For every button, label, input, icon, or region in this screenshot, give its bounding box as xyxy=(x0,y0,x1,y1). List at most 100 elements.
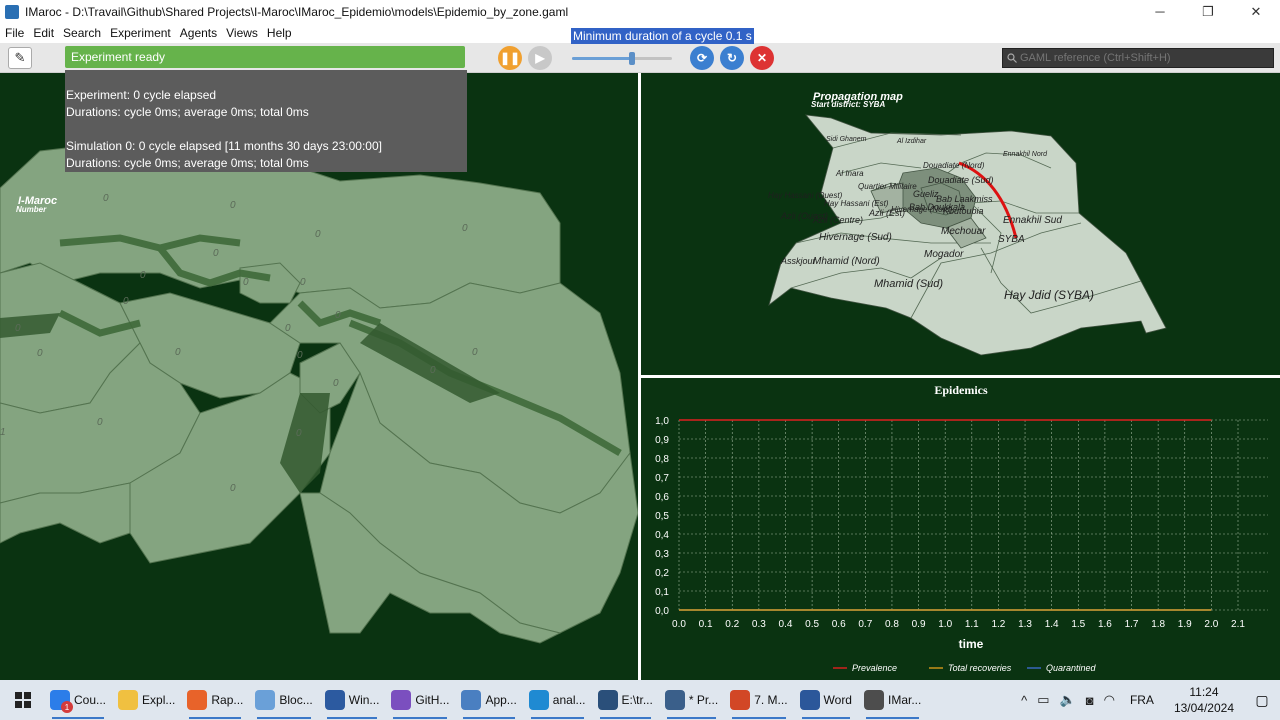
notification-badge: 1 xyxy=(61,701,73,713)
notepad-icon xyxy=(255,690,276,710)
taskbar-app-gama2[interactable]: * Pr... xyxy=(661,680,722,720)
x-tick-label: 1.9 xyxy=(1178,619,1192,630)
experiment-cycles: Experiment: 0 cycle elapsed xyxy=(66,88,217,102)
zone-value: 0 xyxy=(123,296,129,307)
camera-icon[interactable]: ◙ xyxy=(1086,693,1094,708)
taskbar-app-powerpoint[interactable]: 7. M... xyxy=(726,680,791,720)
taskbar-app-pdf[interactable]: App... xyxy=(457,680,520,720)
experiment-status[interactable]: Experiment ready xyxy=(65,46,465,68)
zone-value: 0 xyxy=(296,428,302,439)
speed-slider-thumb[interactable] xyxy=(629,52,635,65)
taskbar-app-chrome[interactable]: 1 Cou... xyxy=(46,680,110,720)
taskbar-app-gama[interactable]: E:\tr... xyxy=(594,680,657,720)
stop-button[interactable]: ✕ xyxy=(750,46,774,70)
notifications-icon[interactable]: ▢ xyxy=(1244,680,1280,720)
minimize-button[interactable]: ─ xyxy=(1136,0,1184,23)
taskbar-app-folder[interactable]: Expl... xyxy=(114,680,179,720)
x-tick-label: 0.8 xyxy=(885,619,899,630)
district-label: Al Inara xyxy=(835,169,864,178)
district-label: Sidi Ghanem xyxy=(826,136,867,143)
taskbar-app-powershell[interactable]: Win... xyxy=(321,680,384,720)
y-tick-label: 0,0 xyxy=(655,606,669,617)
y-tick-label: 0,8 xyxy=(655,454,669,465)
start-button[interactable] xyxy=(0,680,46,720)
simulation-cycles: Simulation 0: 0 cycle elapsed [11 months… xyxy=(66,139,382,153)
restore-button[interactable]: ❐ xyxy=(1184,0,1232,23)
propagation-map-display[interactable]: Sidi Ghanem Al Izdihar Ennakhil Nord Dou… xyxy=(641,73,1280,375)
taskbar-app-word[interactable]: Word xyxy=(796,680,856,720)
y-tick-label: 0,3 xyxy=(655,549,669,560)
taskbar-app-vscode[interactable]: anal... xyxy=(525,680,590,720)
zone-value: 0 xyxy=(175,347,181,358)
x-tick-label: 0.7 xyxy=(858,619,872,630)
x-tick-label: 1.0 xyxy=(938,619,952,630)
chart-grid xyxy=(678,419,1268,611)
district-label: Azli (Centre) xyxy=(812,215,863,225)
menu-help[interactable]: Help xyxy=(267,26,292,40)
edit-model-button[interactable]: ✎ xyxy=(8,47,32,69)
zone-value: 1 xyxy=(0,427,6,438)
zone-value: 0 xyxy=(333,378,339,389)
volume-icon[interactable]: 🔈 xyxy=(1060,692,1076,708)
experiment-durations: Durations: cycle 0ms; average 0ms; total… xyxy=(66,105,309,119)
pause-button[interactable]: ❚❚ xyxy=(498,46,522,70)
taskbar-app-label: Rap... xyxy=(211,693,244,707)
taskbar-app-label: Cou... xyxy=(74,693,107,707)
simulation-toolbar: ✎ Experiment ready ❚❚ ▶ Minimum duration… xyxy=(0,28,1280,73)
taskbar-app-label: GitH... xyxy=(415,693,450,707)
reload-button[interactable]: ⟳ xyxy=(690,46,714,70)
zone-value: 0 xyxy=(15,323,21,334)
taskbar-app-github[interactable]: GitH... xyxy=(387,680,453,720)
title-bar: IMaroc - D:\Travail\Github\Shared Projec… xyxy=(0,0,1280,23)
legend-label: Total recoveries xyxy=(948,663,1012,673)
taskbar-app-notepad[interactable]: Bloc... xyxy=(251,680,316,720)
epidemics-chart-display[interactable]: Epidemics 0,0 0,1 0,2 0,3 0,4 0,5 0,6 0,7 0,8 0,9… xyxy=(641,378,1280,680)
menu-experiment[interactable]: Experiment xyxy=(110,26,171,40)
menu-edit[interactable]: Edit xyxy=(33,26,54,40)
x-tick-label: 1.6 xyxy=(1098,619,1112,630)
clock-time: 11:24 xyxy=(1189,685,1219,699)
menu-agents[interactable]: Agents xyxy=(180,26,217,40)
district-label: Ennakhil Nord xyxy=(1003,151,1048,158)
chevron-up-icon[interactable]: ^ xyxy=(1021,693,1027,708)
left-view-subtitle: Number xyxy=(16,205,47,214)
y-tick-label: 1,0 xyxy=(655,416,669,427)
taskbar-app-label: 7. M... xyxy=(754,693,788,707)
zone-value: 0 xyxy=(297,350,303,361)
x-tick-label: 0.4 xyxy=(779,619,793,630)
network-icon[interactable]: ▭ xyxy=(1037,692,1049,708)
y-tick-label: 0,5 xyxy=(655,511,669,522)
x-axis-ticks: 0.0 0.1 0.2 0.3 0.4 0.5 0.6 0.7 0.8 0.9 1.0 1.1 1.2 1… xyxy=(672,619,1245,630)
speed-slider[interactable] xyxy=(572,52,672,65)
y-tick-label: 0,7 xyxy=(655,473,669,484)
menu-search[interactable]: Search xyxy=(63,26,101,40)
close-icon: ✕ xyxy=(756,51,768,65)
clock[interactable]: 11:24 13/04/2024 xyxy=(1174,684,1234,716)
menu-file[interactable]: File xyxy=(5,26,24,40)
taskbar: 1 Cou... Expl... Rap... Bloc... Win... GitH...… xyxy=(0,680,1280,720)
taskbar-app-label: Win... xyxy=(348,693,380,707)
x-tick-label: 0.5 xyxy=(805,619,819,630)
step-button[interactable]: ▶ xyxy=(528,46,552,70)
taskbar-app-gama3[interactable]: IMar... xyxy=(860,680,925,720)
menu-views[interactable]: Views xyxy=(226,26,258,40)
y-tick-label: 0,9 xyxy=(655,435,669,446)
x-tick-label: 2.0 xyxy=(1204,619,1218,630)
gaml-reference-search[interactable] xyxy=(1002,48,1274,68)
zone-value: 0 xyxy=(462,223,468,234)
experiment-info-popup: Experiment: 0 cycle elapsed Durations: c… xyxy=(65,70,467,172)
relaunch-button[interactable]: ↻ xyxy=(720,46,744,70)
close-window-button[interactable]: ✕ xyxy=(1232,0,1280,23)
gaml-search-input[interactable] xyxy=(1020,52,1270,64)
zone-value: 0 xyxy=(97,417,103,428)
epidemics-chart: Epidemics 0,0 0,1 0,2 0,3 0,4 0,5 0,6 0,7 0,8 0,9… xyxy=(655,383,1268,673)
district-label: Mhamid (Nord) xyxy=(813,256,880,267)
district-label: Mhamid (Sud) xyxy=(874,278,943,290)
input-language[interactable]: FRA xyxy=(1130,693,1154,707)
district-label: Quartier Militaire xyxy=(858,182,917,191)
word-icon xyxy=(799,690,820,710)
wifi-icon[interactable]: ◠ xyxy=(1104,692,1115,708)
x-tick-label: 0.1 xyxy=(699,619,713,630)
taskbar-app-firefox[interactable]: Rap... xyxy=(183,680,247,720)
powerpoint-icon xyxy=(730,690,751,710)
